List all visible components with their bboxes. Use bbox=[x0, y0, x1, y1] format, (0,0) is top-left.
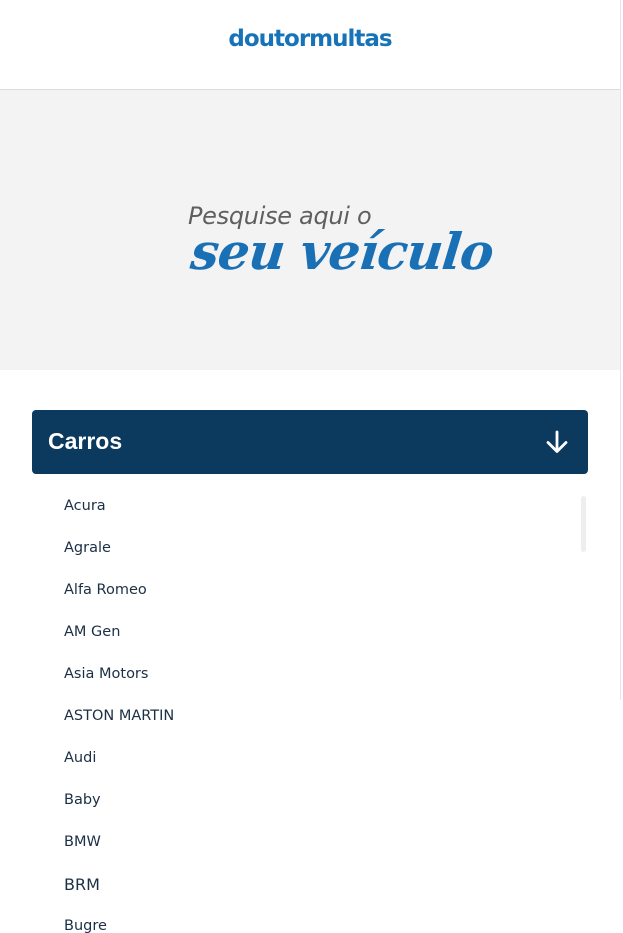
brand-list-item[interactable]: Baby bbox=[64, 793, 101, 808]
brand-list-item[interactable]: Bugre bbox=[64, 919, 107, 933]
scrollbar-thumb[interactable] bbox=[581, 496, 586, 552]
arrow-down-icon bbox=[546, 430, 568, 453]
brand-list-item[interactable]: Alfa Romeo bbox=[64, 583, 147, 598]
brand-list-item[interactable]: Asia Motors bbox=[64, 667, 148, 682]
brand-list-item[interactable]: BRM bbox=[64, 877, 100, 893]
hero-title: seu veículo bbox=[188, 222, 496, 281]
brand-list-item[interactable]: BMW bbox=[64, 835, 101, 850]
brand-list-item[interactable]: Audi bbox=[64, 751, 96, 766]
brand-list-item[interactable]: Acura bbox=[64, 499, 106, 514]
category-toggle-button[interactable]: Carros bbox=[32, 410, 588, 474]
category-title: Carros bbox=[48, 428, 123, 454]
hero-banner: Pesquise aqui o seu veículo bbox=[0, 90, 620, 370]
brand-list-item[interactable]: ASTON MARTIN bbox=[64, 709, 174, 724]
logo[interactable]: doutormultas bbox=[0, 26, 620, 52]
site-header: doutormultas bbox=[0, 0, 621, 90]
brand-list: Acura Agrale Alfa Romeo AM Gen Asia Motors AS… bbox=[32, 485, 588, 933]
brand-list-item[interactable]: Agrale bbox=[64, 541, 111, 556]
brand-list-item[interactable]: AM Gen bbox=[64, 625, 120, 640]
